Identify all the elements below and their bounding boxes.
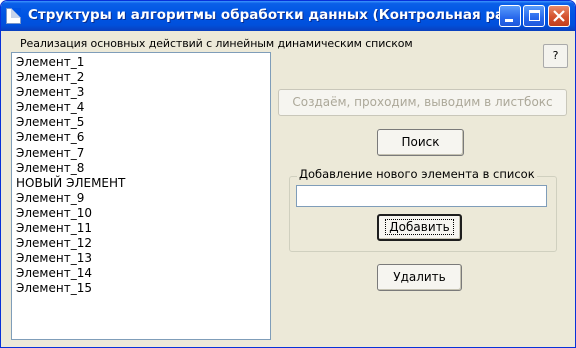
minimize-button[interactable] [499,5,521,27]
add-button-label: Добавить [385,219,454,235]
list-item[interactable]: Элемент_8 [16,161,270,176]
delete-button[interactable]: Удалить [377,264,462,291]
close-button[interactable] [548,5,570,27]
window-title: Структуры и алгоритмы обработки данных (… [28,7,520,23]
list-item[interactable]: Элемент_10 [16,206,270,221]
list-item[interactable]: Элемент_2 [16,70,270,85]
list-item[interactable]: Элемент_3 [16,85,270,100]
maximize-icon [529,10,540,21]
list-item[interactable]: Элемент_5 [16,115,270,130]
panel-label: Реализация основных действий с линейным … [20,37,415,50]
add-button[interactable]: Добавить [377,214,462,241]
elements-listbox[interactable]: Элемент_1 Элемент_2 Элемент_3 Элемент_4 Элем… [11,52,271,340]
create-list-button[interactable]: Создаём, проходим, выводим в листбокс [278,89,567,116]
title-bar[interactable]: Структуры и алгоритмы обработки данных (… [1,1,575,31]
list-item[interactable]: Элемент_14 [16,266,270,281]
list-item[interactable]: Элемент_7 [16,146,270,161]
list-item[interactable]: Элемент_4 [16,100,270,115]
list-item[interactable]: Элемент_1 [16,55,270,70]
close-icon [553,10,565,22]
minimize-icon [505,19,513,22]
list-item[interactable]: Элемент_6 [16,130,270,145]
help-button[interactable]: ? [543,44,568,68]
list-item[interactable]: Элемент_11 [16,221,270,236]
new-element-input[interactable] [296,185,547,207]
list-item[interactable]: Элемент_15 [16,281,270,296]
list-item[interactable]: Элемент_9 [16,191,270,206]
list-item[interactable]: НОВЫЙ ЭЛЕМЕНТ [16,176,270,191]
add-element-group-label: Добавление нового элемента в список [297,167,537,181]
list-item[interactable]: Элемент_12 [16,236,270,251]
app-icon[interactable] [6,8,21,24]
search-button[interactable]: Поиск [377,129,464,156]
main-window: Структуры и алгоритмы обработки данных (… [0,0,576,348]
list-item[interactable]: Элемент_13 [16,251,270,266]
maximize-button[interactable] [523,5,545,27]
